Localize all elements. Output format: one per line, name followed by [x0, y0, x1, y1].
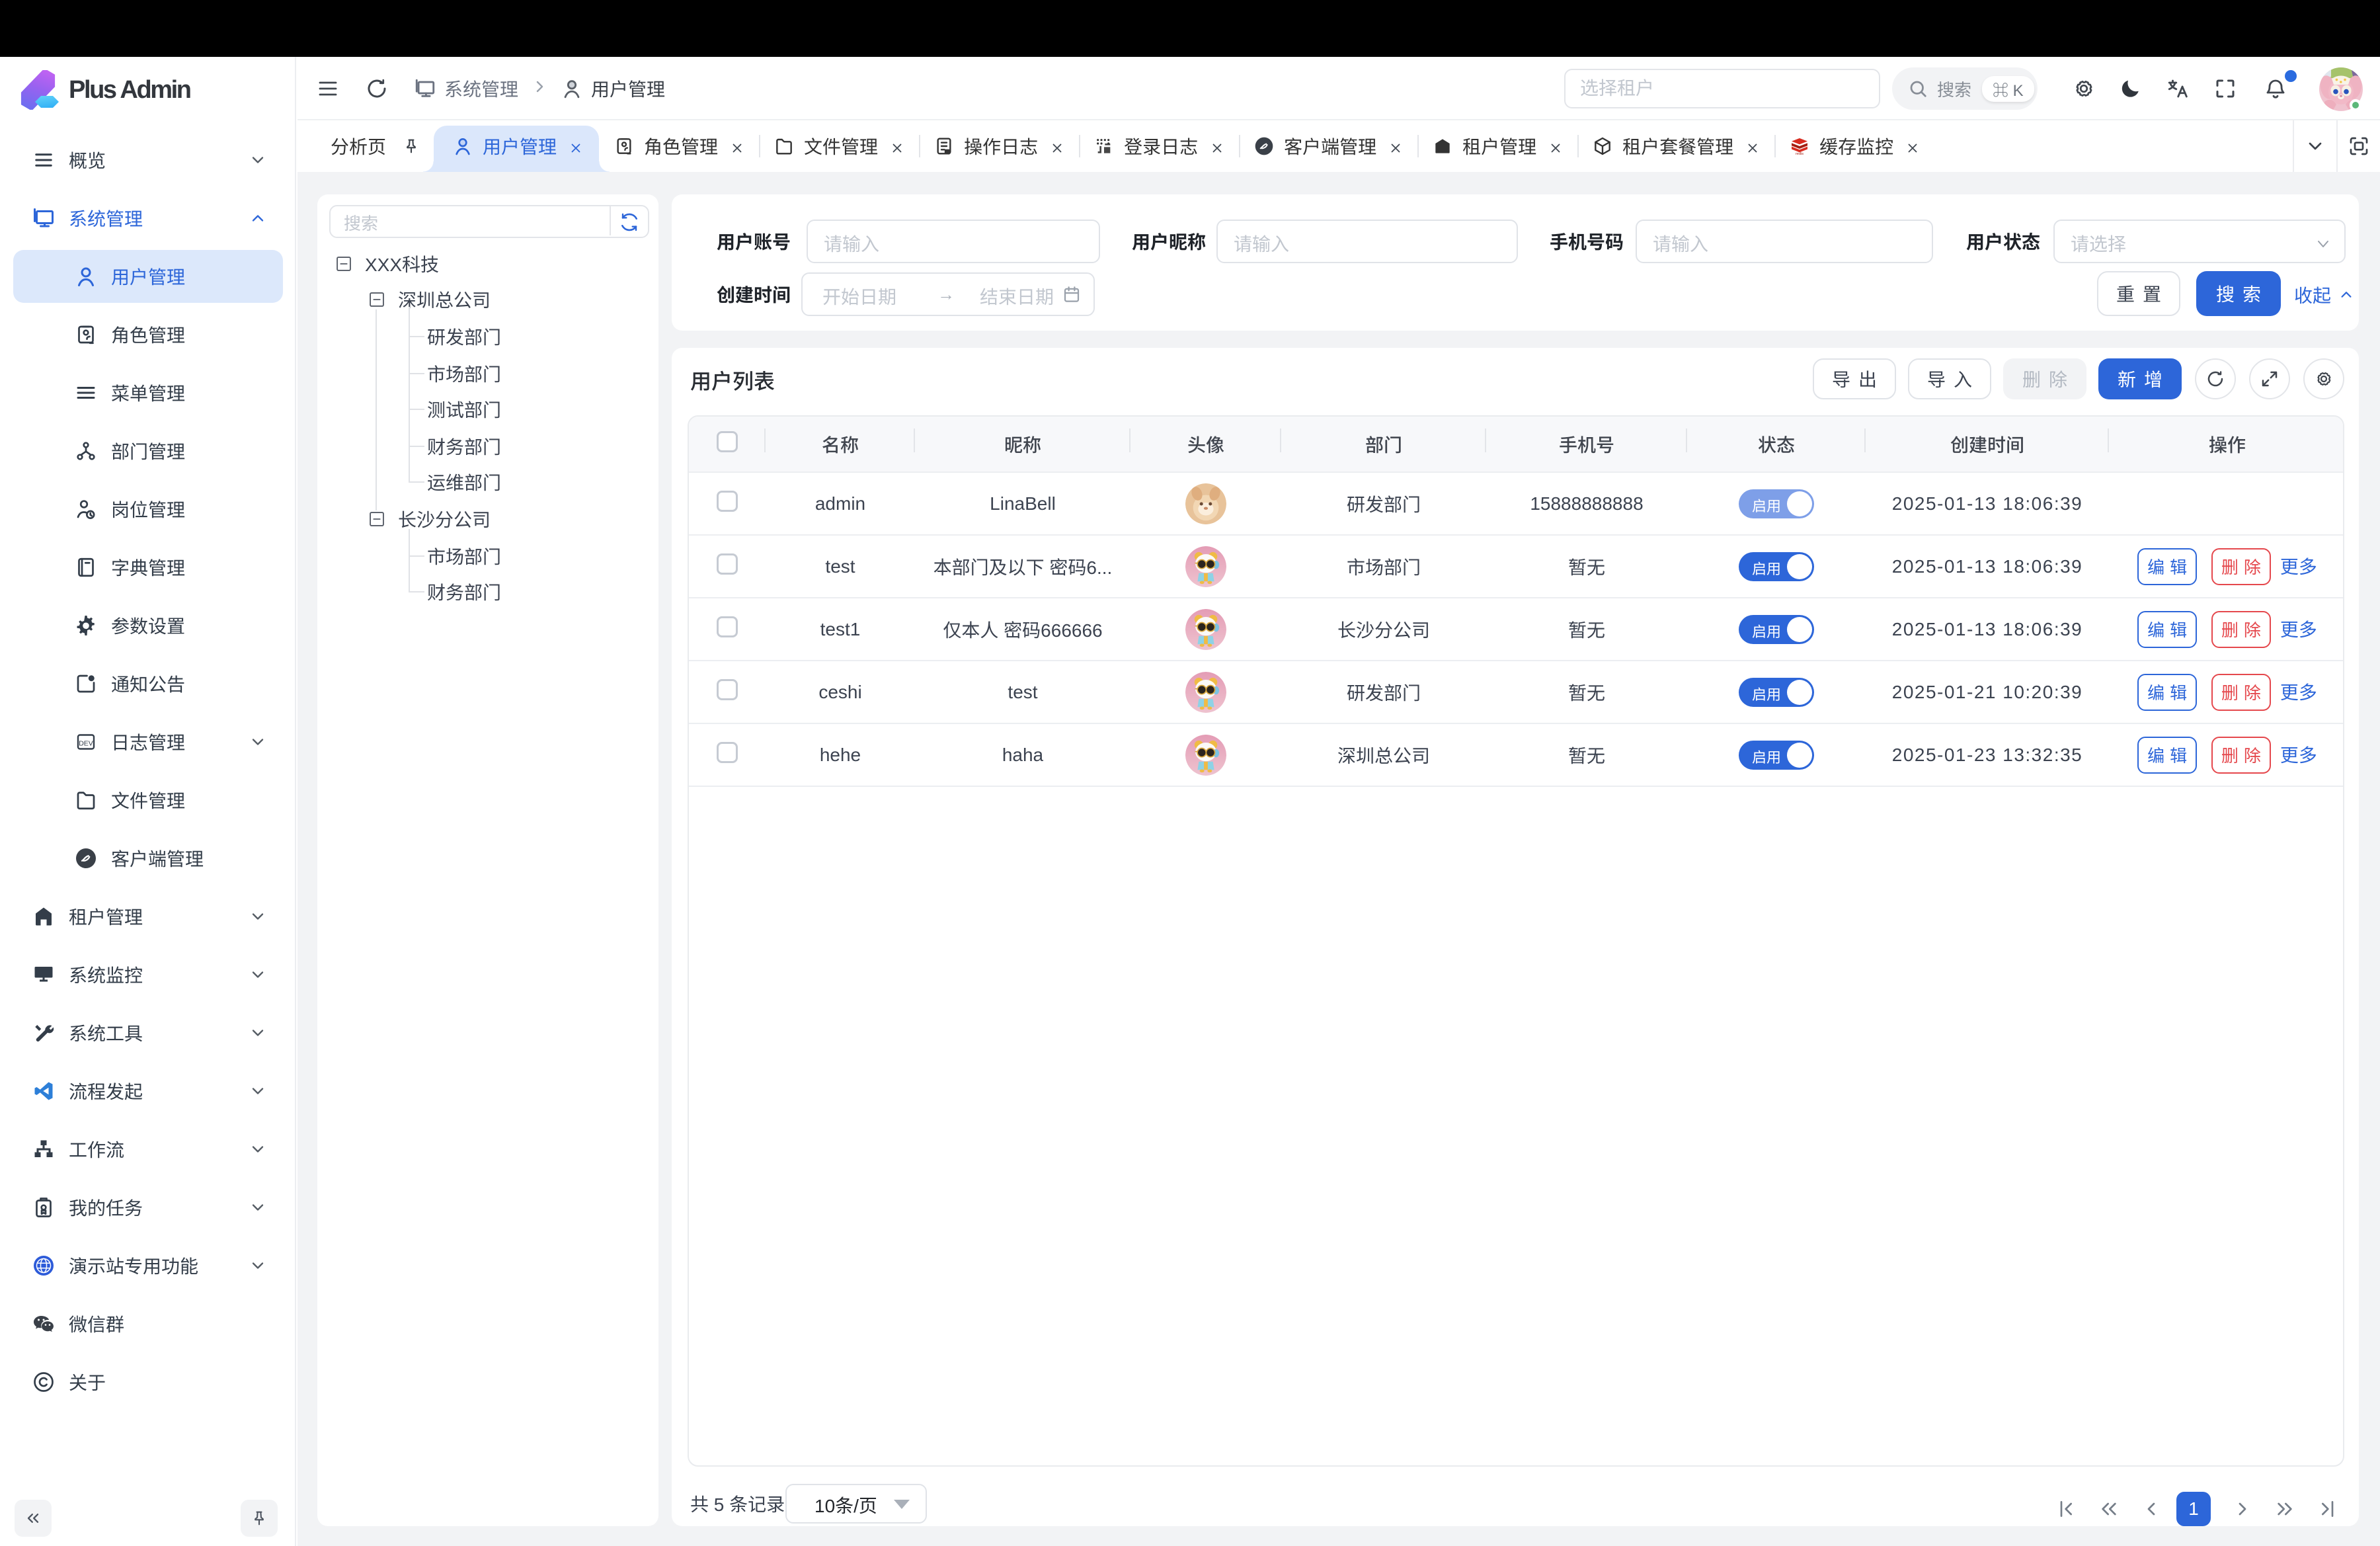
svg-text:DEV: DEV — [79, 739, 93, 747]
svg-text:redis: redis — [1796, 152, 1804, 156]
